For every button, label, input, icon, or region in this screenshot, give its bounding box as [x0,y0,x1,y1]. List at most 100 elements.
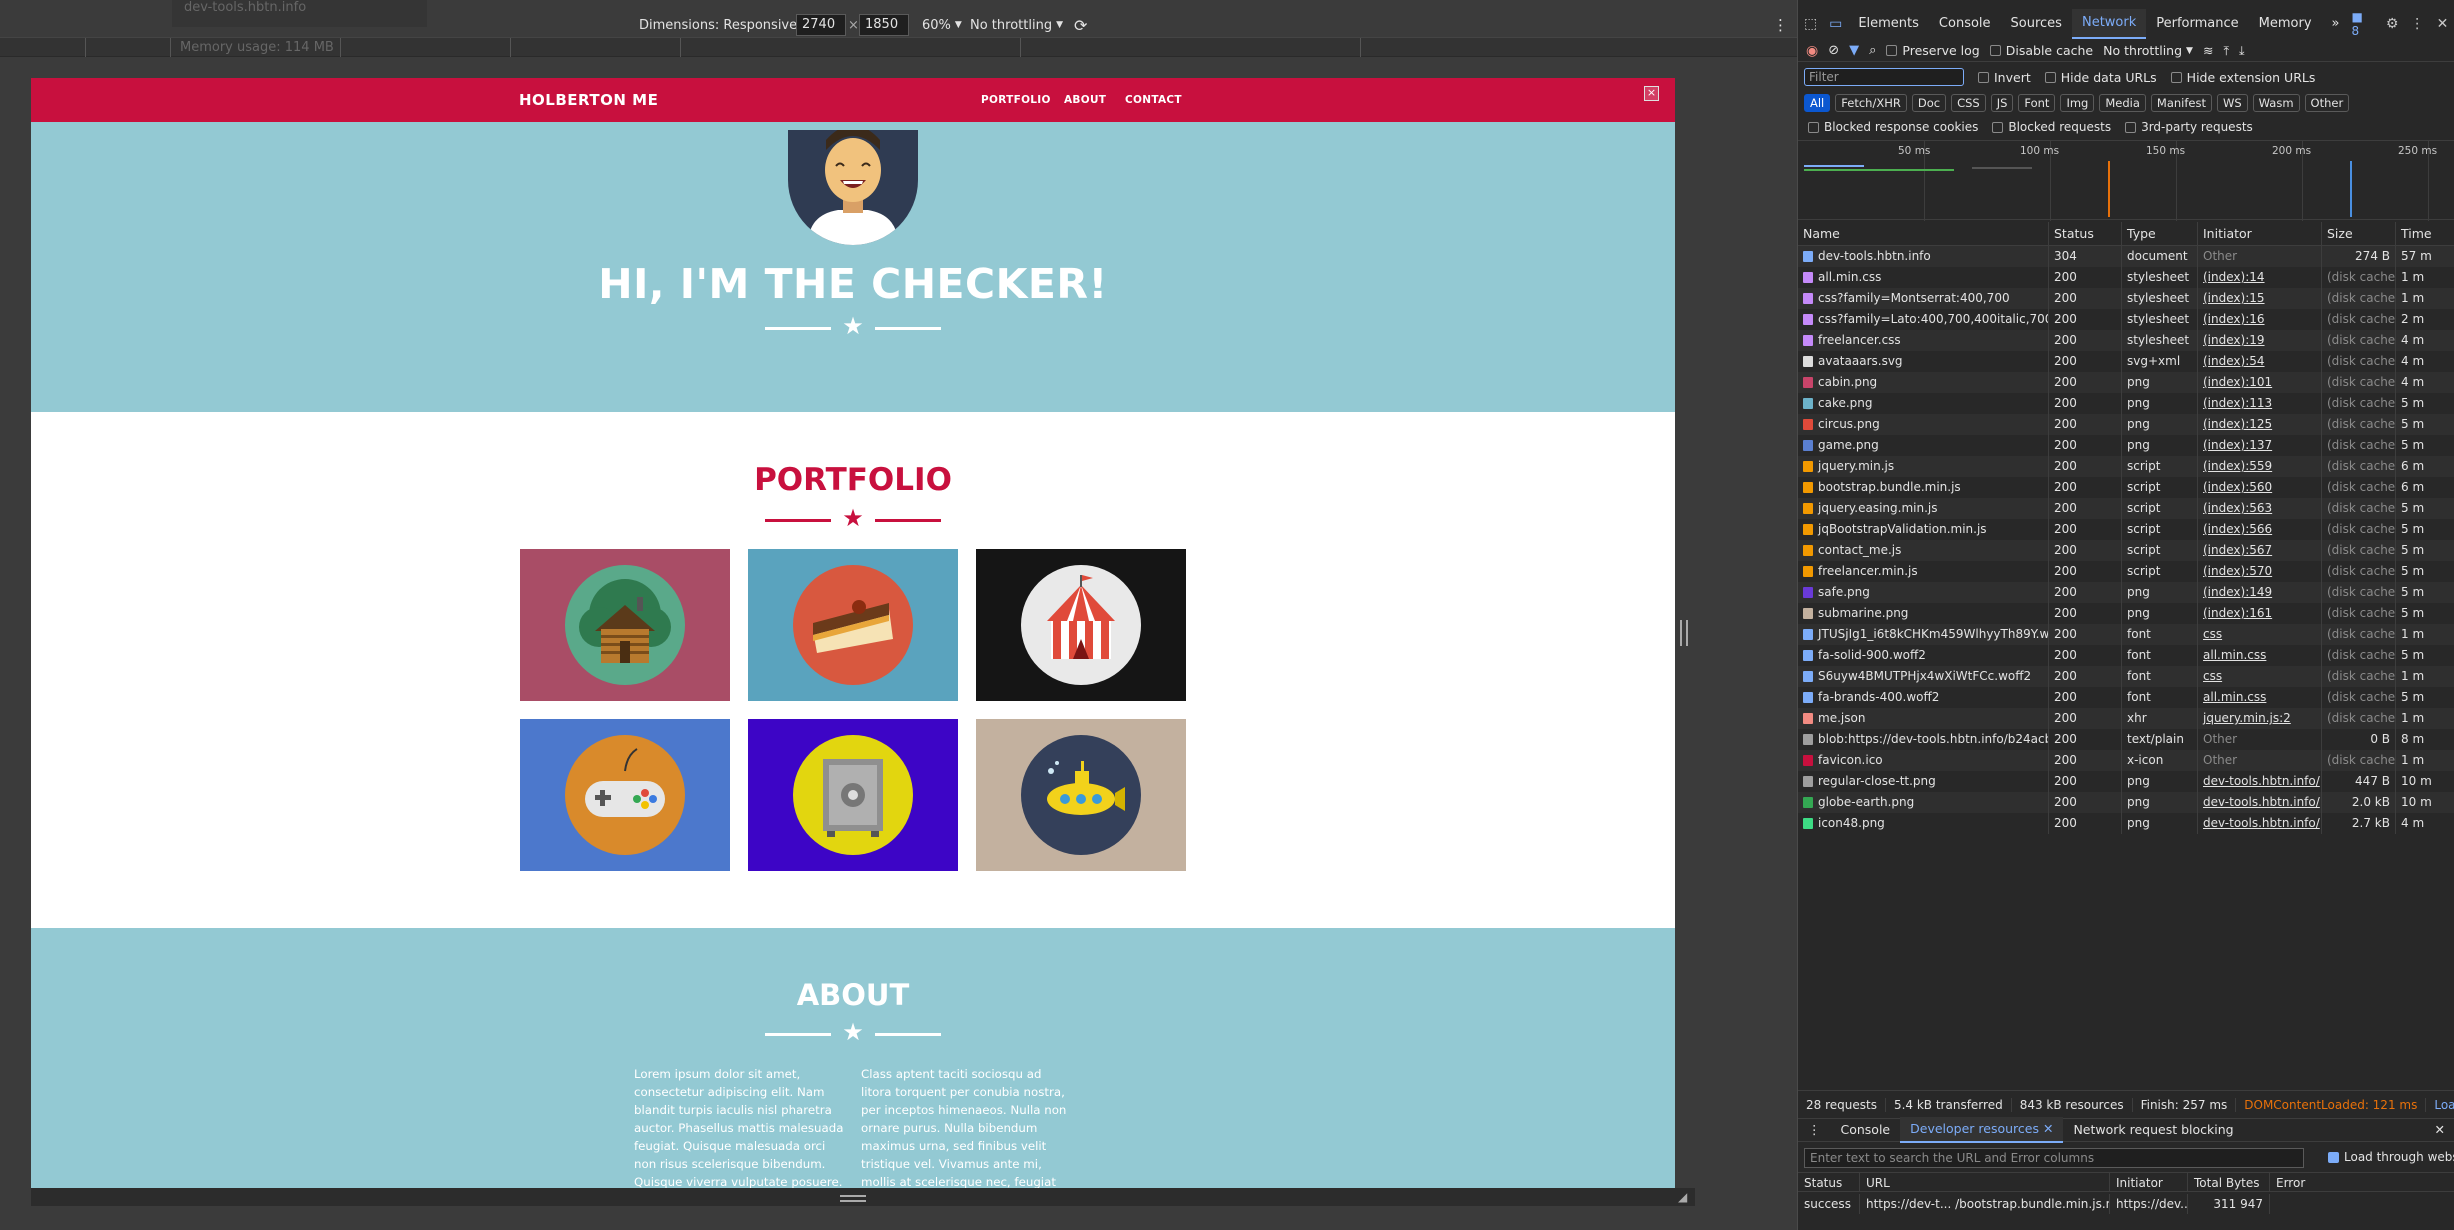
filter-icon[interactable]: ▼ [1849,43,1859,58]
record-icon[interactable]: ◉ [1806,43,1818,59]
table-row[interactable]: game.png 200 png (index):137 (disk cache) 5 m [1798,435,2454,456]
request-initiator[interactable]: (index):14 [2198,267,2322,288]
tab-console[interactable]: Console [1929,10,2001,38]
table-row[interactable]: freelancer.min.js 200 script (index):570 (di… [1798,561,2454,582]
table-row[interactable]: me.json 200 xhr jquery.min.js:2 (disk cache)… [1798,708,2454,729]
type-filter-wasm[interactable]: Wasm [2252,94,2300,112]
tab-elements[interactable]: Elements [1848,10,1929,38]
tab-network[interactable]: Network [2071,9,2147,39]
table-row[interactable]: submarine.png 200 png (index):161 (disk cach… [1798,603,2454,624]
request-initiator[interactable]: (index):570 [2198,561,2322,582]
column-header-status[interactable]: Status [1798,1173,1860,1191]
table-row[interactable]: jquery.min.js 200 script (index):559 (disk c… [1798,456,2454,477]
portfolio-item-cabin[interactable] [520,549,730,701]
search-icon[interactable]: ⌕ [1869,43,1876,58]
request-initiator[interactable]: (index):113 [2198,393,2322,414]
developer-resources-filter-input[interactable]: Enter text to search the URL and Error c… [1804,1148,2304,1168]
table-row[interactable]: jqBootstrapValidation.min.js 200 script (in… [1798,519,2454,540]
hide-extension-urls-checkbox[interactable]: Hide extension URLs [2170,70,2315,85]
close-drawer-icon[interactable]: ✕ [2425,1118,2454,1142]
request-initiator[interactable]: (index):101 [2198,372,2322,393]
request-initiator[interactable]: (index):563 [2198,498,2322,519]
request-initiator[interactable]: (index):19 [2198,330,2322,351]
table-row[interactable]: cake.png 200 png (index):113 (disk cache) 5 m [1798,393,2454,414]
resize-handle-bottom[interactable] [840,1195,866,1202]
column-header-name[interactable]: Name [1798,222,2049,245]
type-filter-js[interactable]: JS [1990,94,2014,112]
resize-corner-icon[interactable]: ◢ [1678,1190,1687,1204]
preserve-log-checkbox[interactable]: Preserve log [1886,43,1980,58]
customize-menu-icon[interactable]: ⋮ [2405,10,2430,38]
portfolio-item-circus[interactable] [976,549,1186,701]
table-row[interactable]: bootstrap.bundle.min.js 200 script (index):… [1798,477,2454,498]
table-row[interactable]: circus.png 200 png (index):125 (disk cache) 5… [1798,414,2454,435]
nav-link-about[interactable]: ABOUT [1064,78,1106,122]
request-initiator[interactable]: css [2198,666,2322,687]
table-row[interactable]: success https://dev-t... /bootstrap.bund… [1798,1194,2454,1214]
table-row[interactable]: css?family=Montserrat:400,700 200 styleshe… [1798,288,2454,309]
request-initiator[interactable]: css [2198,624,2322,645]
table-row[interactable]: JTUSjIg1_i6t8kCHKm459WlhyyTh89Y.w... 200 f… [1798,624,2454,645]
nav-link-portfolio[interactable]: PORTFOLIO [981,78,1051,122]
site-brand[interactable]: HOLBERTON ME [519,78,658,122]
request-initiator[interactable]: (index):125 [2198,414,2322,435]
drawer-tab-console[interactable]: Console [1831,1118,1901,1142]
type-filter-media[interactable]: Media [2099,94,2146,112]
table-row[interactable]: icon48.png 200 png dev-tools.hbtn.info/2.7 … [1798,813,2454,834]
height-input[interactable]: 1850 [859,14,909,36]
third-party-checkbox[interactable]: 3rd-party requests [2125,120,2253,134]
request-initiator[interactable]: (index):567 [2198,540,2322,561]
table-row[interactable]: globe-earth.png 200 png dev-tools.hbtn.info… [1798,792,2454,813]
request-initiator[interactable]: (index):54 [2198,351,2322,372]
zoom-dropdown[interactable]: 60% ▼ [922,18,962,33]
column-header-size[interactable]: Size [2322,222,2396,245]
issues-badge[interactable]: ■ 8 [2351,10,2373,38]
tab-sources[interactable]: Sources [2001,10,2072,38]
request-initiator[interactable]: dev-tools.hbtn.info/ [2198,771,2322,792]
inspect-element-icon[interactable]: ⬚ [1798,10,1823,38]
request-initiator[interactable]: all.min.css [2198,687,2322,708]
rotate-icon[interactable]: ⟳ [1074,16,1087,35]
table-row[interactable]: regular-close-tt.png 200 png dev-tools.hbtn… [1798,771,2454,792]
table-row[interactable]: safe.png 200 png (index):149 (disk cache) 5 m [1798,582,2454,603]
table-row[interactable]: fa-solid-900.woff2 200 font all.min.css (dis… [1798,645,2454,666]
close-devtools-icon[interactable]: ✕ [2430,10,2454,38]
table-row[interactable]: cabin.png 200 png (index):101 (disk cache) 4 … [1798,372,2454,393]
network-overview-timeline[interactable]: 50 ms 100 ms 150 ms 200 ms 250 ms [1798,140,2454,221]
column-header-total-bytes[interactable]: Total Bytes [2188,1173,2270,1191]
export-har-icon[interactable]: ⤓ [2239,43,2245,59]
column-header-time[interactable]: Time [2396,222,2454,245]
table-row[interactable]: freelancer.css 200 stylesheet (index):19 (di… [1798,330,2454,351]
column-header-url[interactable]: URL [1860,1173,2110,1191]
type-filter-manifest[interactable]: Manifest [2150,94,2212,112]
request-initiator[interactable]: (index):15 [2198,288,2322,309]
width-input[interactable]: 2740 [796,14,846,36]
table-row[interactable]: contact_me.js 200 script (index):567 (disk c… [1798,540,2454,561]
portfolio-item-submarine[interactable] [976,719,1186,871]
request-initiator[interactable]: dev-tools.hbtn.info/ [2198,813,2322,834]
request-initiator[interactable]: (index):137 [2198,435,2322,456]
request-initiator[interactable]: (index):16 [2198,309,2322,330]
table-row[interactable]: favicon.ico 200 x-icon Other (disk cache) 1 m [1798,750,2454,771]
load-through-website-checkbox[interactable]: Load through website [2328,1150,2454,1164]
column-header-initiator[interactable]: Initiator [2110,1173,2188,1191]
type-filter-css[interactable]: CSS [1951,94,1986,112]
column-header-type[interactable]: Type [2122,222,2198,245]
drawer-tab-network-request-blocking[interactable]: Network request blocking [2063,1118,2243,1142]
type-filter-ws[interactable]: WS [2216,94,2248,112]
nav-link-contact[interactable]: CONTACT [1125,78,1182,122]
tab-performance[interactable]: Performance [2146,10,2248,38]
type-filter-all[interactable]: All [1804,94,1831,112]
column-header-status[interactable]: Status [2049,222,2122,245]
network-throttle-dropdown[interactable]: No throttling ▼ [2103,43,2193,58]
drawer-tab-developer-resources[interactable]: Developer resources ✕ [1900,1117,2064,1143]
wifi-settings-icon[interactable]: ≋ [2203,43,2213,58]
more-tabs-icon[interactable]: » [2322,10,2350,38]
table-row[interactable]: jquery.easing.min.js 200 script (index):563… [1798,498,2454,519]
request-initiator[interactable]: all.min.css [2198,645,2322,666]
type-filter-font[interactable]: Font [2018,94,2056,112]
device-toggle-icon[interactable]: ▭ [1823,10,1848,38]
request-initiator[interactable]: (index):566 [2198,519,2322,540]
close-icon[interactable]: ✕ [2043,1121,2053,1136]
blocked-requests-checkbox[interactable]: Blocked requests [1992,120,2111,134]
